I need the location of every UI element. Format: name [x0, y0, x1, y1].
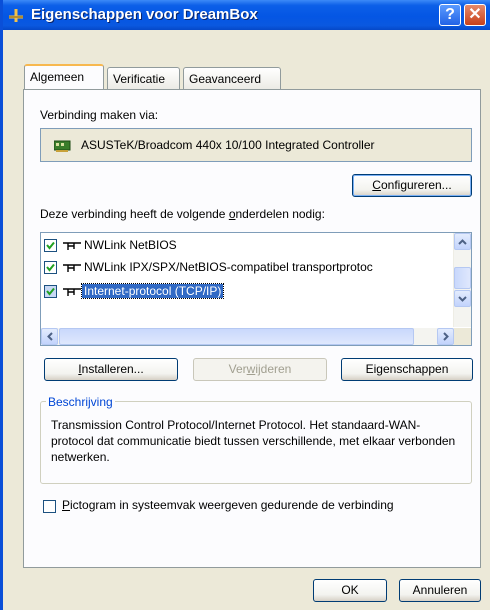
tab-label: Geavanceerd: [189, 72, 262, 86]
network-connection-icon: [9, 9, 23, 22]
tab-label: Algemeen: [30, 70, 85, 84]
configure-hotkey: C: [372, 178, 381, 192]
close-button[interactable]: ✕: [464, 4, 486, 26]
adapter-name: ASUSTeK/Broadcom 440x 10/100 Integrated …: [81, 138, 375, 152]
components-list[interactable]: NWLink NetBIOS NWLink IPX/SPX/NetBIOS-co…: [40, 232, 472, 346]
network-protocol-icon: [63, 242, 81, 250]
scroll-left-button[interactable]: [41, 328, 58, 345]
help-button[interactable]: ?: [439, 4, 461, 26]
chevron-left-icon: [46, 332, 53, 341]
description-title: Beschrijving: [46, 395, 115, 409]
install-button[interactable]: Installeren...: [44, 358, 178, 381]
vertical-scrollbar[interactable]: [453, 233, 471, 327]
checkbox-checked[interactable]: [44, 239, 57, 252]
cancel-button[interactable]: Annuleren: [399, 579, 481, 602]
tab-verificatie[interactable]: Verificatie: [107, 67, 180, 89]
scroll-thumb[interactable]: [454, 267, 471, 289]
install-label: nstalleren...: [81, 362, 144, 376]
remove-label-end: ijderen: [255, 362, 292, 376]
chevron-down-icon: [458, 296, 467, 302]
components-label-start: Deze verbinding heeft de volgende: [40, 207, 229, 221]
network-adapter-icon: [54, 140, 71, 152]
scroll-right-button[interactable]: [437, 328, 454, 345]
tab-label: Verificatie: [113, 72, 166, 86]
checkbox-checked[interactable]: [44, 261, 57, 274]
scroll-down-button[interactable]: [454, 290, 471, 307]
network-protocol-icon: [63, 288, 81, 296]
list-item-label: NWLink IPX/SPX/NetBIOS-compatibel transp…: [84, 260, 373, 274]
tab-algemeen[interactable]: Algemeen: [24, 64, 104, 89]
title-bar[interactable]: Eigenschappen voor DreamBox ? ✕: [3, 0, 490, 30]
chevron-right-icon: [442, 332, 449, 341]
chevron-up-icon: [458, 239, 467, 245]
connect-via-label: Verbinding maken via:: [40, 108, 159, 122]
window-title: Eigenschappen voor DreamBox: [31, 6, 258, 23]
tab-geavanceerd[interactable]: Geavanceerd: [183, 67, 281, 89]
network-protocol-icon: [63, 264, 81, 272]
configure-label: onfigureren...: [380, 178, 452, 192]
properties-button[interactable]: Eigenschappen: [341, 358, 473, 381]
scroll-thumb-horizontal[interactable]: [59, 328, 414, 345]
properties-hotkey: g: [376, 362, 383, 376]
configure-button[interactable]: Configureren...: [352, 174, 472, 197]
horizontal-scrollbar[interactable]: [41, 328, 454, 345]
properties-label-end: enschappen: [382, 362, 449, 376]
scroll-up-button[interactable]: [454, 233, 471, 250]
list-item-label: NWLink NetBIOS: [84, 238, 177, 252]
checkbox-checked[interactable]: [44, 285, 57, 298]
components-label: Deze verbinding heeft de volgende onderd…: [40, 207, 325, 221]
notify-label-text: ictogram in systeemvak weergeven geduren…: [70, 498, 394, 512]
components-label-hotkey: o: [228, 207, 236, 221]
scrollbar-corner: [454, 328, 471, 345]
remove-label-start: Ver: [228, 362, 247, 376]
list-item-label: Internet-protocol (TCP/IP): [80, 283, 225, 299]
notify-hotkey: P: [62, 498, 71, 512]
remove-button[interactable]: Verwijderen: [193, 358, 327, 381]
properties-label-start: Ei: [365, 362, 377, 376]
description-text: Transmission Control Protocol/Internet P…: [51, 418, 456, 464]
components-label-end: nderdelen nodig:: [235, 207, 325, 221]
adapter-field: ASUSTeK/Broadcom 440x 10/100 Integrated …: [40, 128, 472, 162]
notify-checkbox[interactable]: [43, 500, 56, 513]
notify-label: Pictogram in systeemvak weergeven gedure…: [62, 498, 394, 512]
ok-button[interactable]: OK: [313, 579, 387, 602]
dialog-window: Eigenschappen voor DreamBox ? ✕ Algemeen…: [0, 0, 490, 610]
